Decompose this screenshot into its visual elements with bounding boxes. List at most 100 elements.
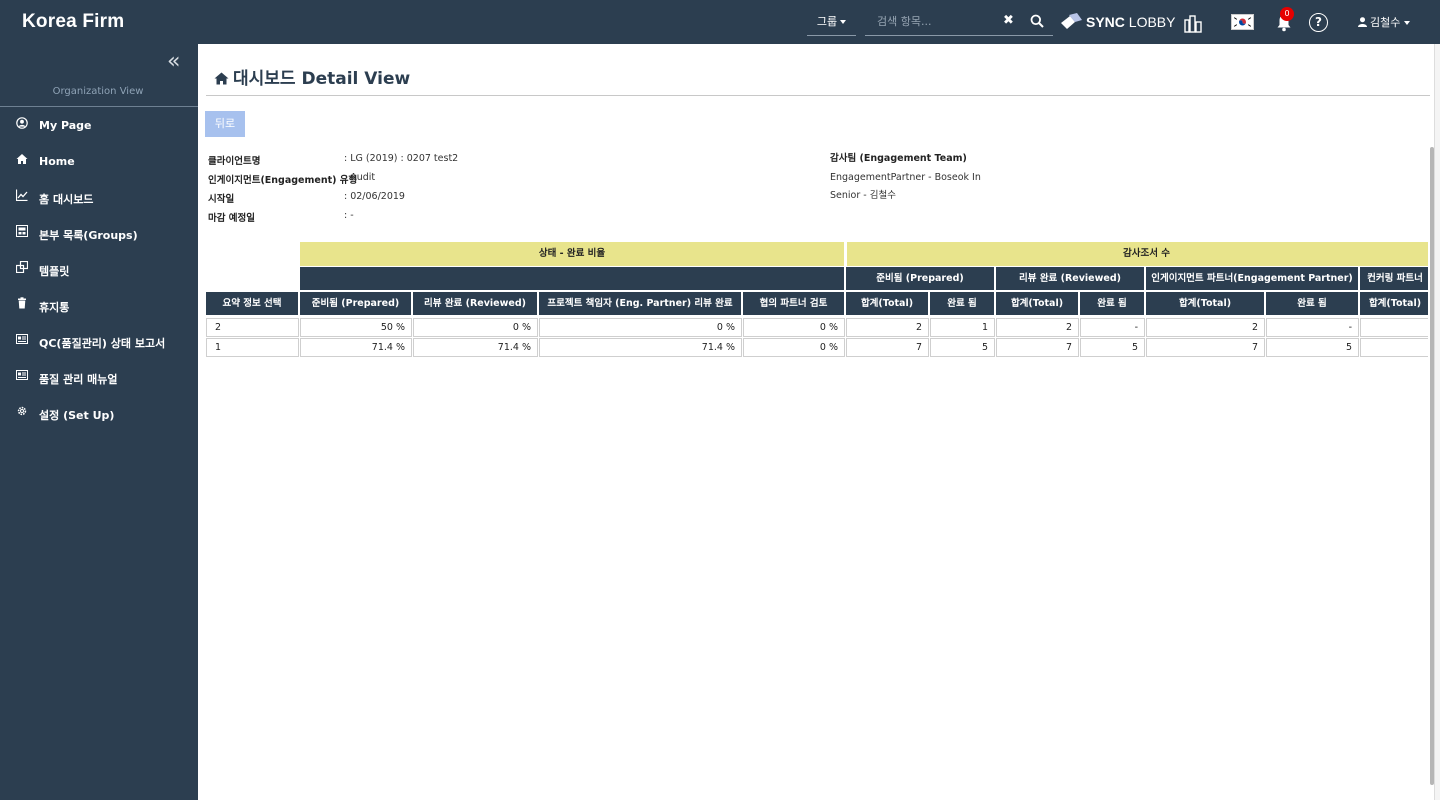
sidebar-item-label: 템플릿	[39, 265, 70, 278]
due-date-label: 마감 예정일	[208, 213, 256, 224]
page-title: 대시보드 Detail View	[214, 64, 410, 89]
korea-flag-icon[interactable]	[1231, 14, 1254, 30]
table-cell: 2	[846, 318, 929, 337]
page-title-text: 대시보드 Detail View	[233, 69, 411, 89]
search-bar: ✖	[865, 7, 1053, 36]
sidebar-item-home[interactable]: Home	[0, 147, 198, 175]
sidebar-item-trash[interactable]: 휴지통	[0, 291, 198, 319]
back-button[interactable]: 뒤로	[205, 111, 245, 137]
engagement-partner-subheader: 인게이지먼트 파트너(Engagement Partner)	[1146, 267, 1358, 290]
organization-view-label: Organization View	[52, 86, 144, 97]
sidebar-item-home-dashboard[interactable]: 홈 대시보드	[0, 183, 198, 211]
sidebar-item-templates[interactable]: 템플릿	[0, 255, 198, 283]
table-cell: 5	[1266, 338, 1359, 357]
table-cell: 0 %	[743, 318, 845, 337]
concurring-partner-subheader: 컨커링 파트너	[1360, 267, 1428, 290]
table-cell: -	[1266, 318, 1359, 337]
clear-icon[interactable]: ✖	[1003, 13, 1014, 28]
manual-icon	[16, 370, 28, 380]
user-name: 김철수	[1370, 16, 1401, 29]
vertical-scrollbar[interactable]	[1430, 147, 1434, 785]
column-header[interactable]: 완료 됨	[1266, 292, 1358, 315]
column-header[interactable]: 합계(Total)	[1146, 292, 1264, 315]
sidebar-item-label: Home	[39, 155, 75, 168]
column-header[interactable]: 리뷰 완료 (Reviewed)	[413, 292, 537, 315]
column-header[interactable]: 완료 됨	[1080, 292, 1144, 315]
title-divider	[206, 95, 1430, 96]
table-cell: 2	[996, 318, 1079, 337]
report-icon	[16, 334, 28, 344]
collapse-sidebar-icon[interactable]: «	[167, 51, 180, 73]
help-icon[interactable]: ?	[1309, 13, 1328, 32]
search-input[interactable]	[865, 7, 995, 35]
start-date-value: : 02/06/2019	[344, 191, 405, 202]
sidebar-item-groups[interactable]: 본부 목록(Groups)	[0, 219, 198, 247]
column-header[interactable]: 준비됨 (Prepared)	[300, 292, 411, 315]
column-header[interactable]: 협의 파트너 검토	[743, 292, 844, 315]
team-member: EngagementPartner - Boseok In	[830, 172, 981, 183]
sidebar-divider	[0, 106, 198, 107]
prepared-subheader: 준비됨 (Prepared)	[846, 267, 994, 290]
table-cell[interactable]: 1	[206, 338, 299, 357]
table-cell[interactable]: 2	[206, 318, 299, 337]
engagement-type-value: : Audit	[344, 172, 376, 183]
column-header[interactable]: 프로젝트 책임자 (Eng. Partner) 리뷰 완료	[539, 292, 741, 315]
table-cell: 1	[930, 318, 995, 337]
table-cell: 7	[1146, 338, 1265, 357]
count-group-header: 감사조서 수	[846, 242, 1428, 266]
table-cell	[1360, 318, 1428, 337]
due-date-value: : -	[344, 210, 354, 221]
status-subheader-blank	[300, 267, 844, 290]
sidebar: « Organization View My Page Home 홈 대시보드 …	[0, 44, 198, 800]
sidebar-item-label: 휴지통	[39, 301, 70, 314]
sync-brand-rest: LOBBY	[1124, 14, 1176, 30]
column-header[interactable]: 요약 정보 선택	[206, 292, 298, 315]
table-cell: 71.4 %	[300, 338, 412, 357]
table-cell: 0 %	[539, 318, 742, 337]
table-cell: 50 %	[300, 318, 412, 337]
sidebar-item-label: 홈 대시보드	[39, 193, 94, 206]
sidebar-item-qc-report[interactable]: QC(품질관리) 상태 보고서	[0, 327, 198, 355]
org-chart-icon	[16, 225, 28, 237]
user-circle-icon	[16, 117, 28, 129]
sidebar-item-label: 본부 목록(Groups)	[39, 229, 138, 242]
search-icon[interactable]	[1030, 14, 1044, 28]
brand-logo[interactable]: Korea Firm	[22, 11, 124, 33]
sidebar-item-label: My Page	[39, 119, 92, 132]
notification-badge: 0	[1280, 7, 1294, 21]
user-menu[interactable]: 김철수	[1358, 14, 1411, 30]
sidebar-item-settings[interactable]: 설정 (Set Up)	[0, 399, 198, 427]
engagement-team-title: 감사팀 (Engagement Team)	[830, 153, 967, 164]
group-dropdown-label: 그룹	[816, 15, 838, 28]
table-cell: 5	[1080, 338, 1145, 357]
sidebar-item-my-page[interactable]: My Page	[0, 111, 198, 139]
table-cell: 5	[930, 338, 995, 357]
clone-icon	[16, 261, 28, 273]
building-icon[interactable]	[1183, 13, 1203, 33]
column-header[interactable]: 합계(Total)	[1360, 292, 1428, 315]
engagement-type-label: 인게이지먼트(Engagement) 유형	[208, 175, 358, 186]
table-cell: 7	[996, 338, 1079, 357]
home-icon	[16, 154, 28, 164]
group-dropdown[interactable]: 그룹	[807, 7, 856, 36]
column-header[interactable]: 합계(Total)	[996, 292, 1078, 315]
table-cell: 2	[1146, 318, 1265, 337]
user-icon	[1358, 17, 1367, 27]
sidebar-item-label: 품질 관리 매뉴얼	[39, 373, 118, 386]
sync-lobby-mark-icon	[1061, 13, 1082, 29]
sidebar-item-label: 설정 (Set Up)	[39, 409, 115, 422]
sidebar-item-label: QC(품질관리) 상태 보고서	[39, 337, 166, 350]
sidebar-item-qc-manual[interactable]: 품질 관리 매뉴얼	[0, 363, 198, 391]
client-name-label: 클라이언트명	[208, 156, 261, 167]
table-cell: 71.4 %	[539, 338, 742, 357]
reviewed-subheader: 리뷰 완료 (Reviewed)	[996, 267, 1144, 290]
client-name-value: : LG (2019) : 0207 test2	[344, 153, 459, 164]
scroll-track[interactable]	[1434, 44, 1440, 800]
caret-down-icon	[840, 20, 847, 24]
top-bar: Korea Firm 그룹 ✖ SYNC LOBBY 0 ? 김철수	[0, 0, 1440, 44]
column-header[interactable]: 완료 됨	[930, 292, 994, 315]
team-member: Senior - 김철수	[830, 190, 896, 201]
gear-icon	[17, 406, 27, 416]
table-cell: 71.4 %	[413, 338, 538, 357]
column-header[interactable]: 합계(Total)	[846, 292, 928, 315]
